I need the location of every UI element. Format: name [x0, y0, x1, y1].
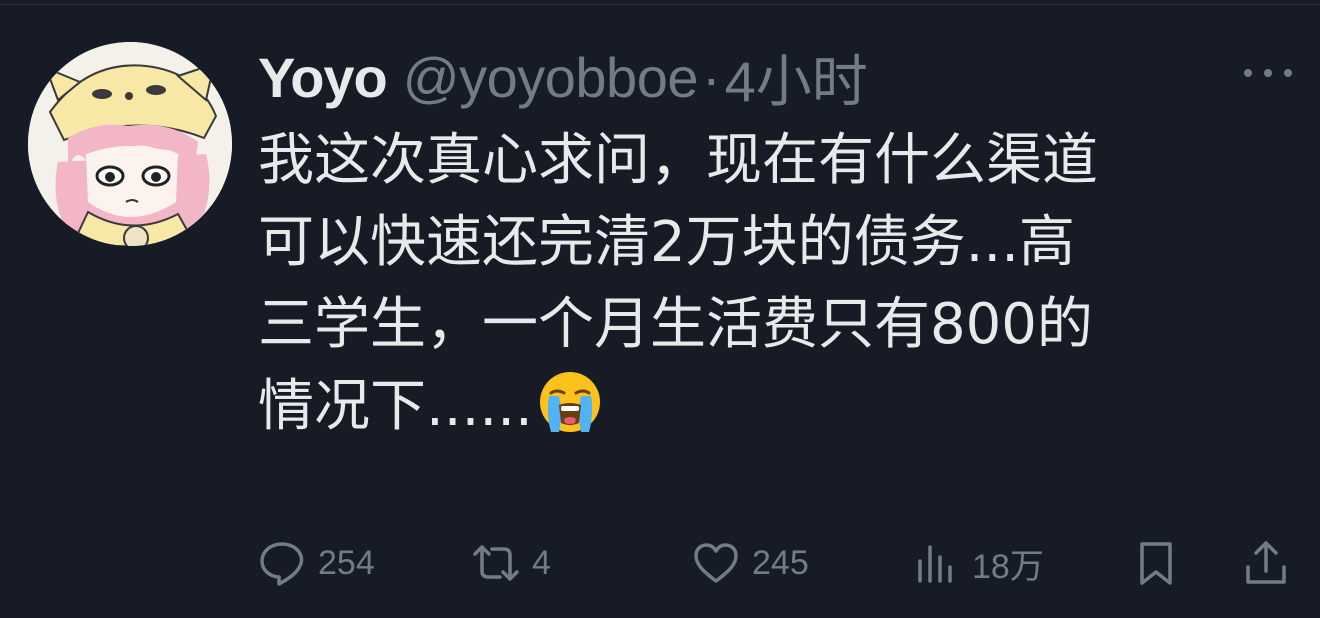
heart-icon [694, 543, 738, 583]
retweet-icon [473, 545, 519, 581]
author-handle[interactable]: @yoyobboe [403, 45, 699, 110]
reply-button[interactable]: 254 [258, 536, 375, 590]
tweet-text-line: 情况下...... [258, 366, 1298, 448]
tweet-text-line: 可以快速还完清2万块的债务...高 [258, 210, 1076, 275]
author-name[interactable]: Yoyo [258, 45, 388, 110]
tweet-timestamp[interactable]: 4小时 [725, 37, 868, 118]
avatar-image [28, 42, 232, 246]
tweet-text-line: 三学生，一个月生活费只有800的 [258, 292, 1093, 357]
like-button[interactable]: 245 [692, 536, 809, 590]
tweet-text-line: 我这次真心求问，现在有什么渠道 [258, 128, 1098, 193]
like-count: 245 [752, 543, 809, 582]
share-button[interactable] [1242, 536, 1290, 590]
more-options-icon[interactable] [1244, 58, 1292, 88]
avatar[interactable] [28, 42, 232, 246]
view-count: 18万 [972, 547, 1044, 586]
views-button[interactable]: 18万 [912, 536, 1044, 590]
tweet-text: 我这次真心求问，现在有什么渠道 可以快速还完清2万块的债务...高 三学生，一个… [258, 120, 1298, 448]
tweet: Yoyo @yoyobboe · 4小时 我这次真心求问，现在有什么渠道 可以快… [0, 0, 1320, 618]
reply-icon [260, 542, 304, 586]
tweet-header: Yoyo @yoyobboe · 4小时 [258, 40, 868, 114]
tweet-text-line-end: 情况下...... [258, 374, 533, 439]
retweet-count: 4 [532, 543, 551, 582]
reply-count: 254 [318, 543, 375, 582]
analytics-icon [918, 545, 952, 583]
bookmark-button[interactable] [1132, 536, 1180, 590]
divider [0, 4, 1320, 5]
separator-dot: · [701, 45, 721, 109]
retweet-button[interactable]: 4 [472, 536, 551, 590]
bookmark-icon [1140, 542, 1172, 585]
loudly-crying-face-icon [537, 369, 603, 435]
action-bar: 254 4 245 18万 [258, 536, 1298, 590]
share-icon [1246, 541, 1286, 584]
